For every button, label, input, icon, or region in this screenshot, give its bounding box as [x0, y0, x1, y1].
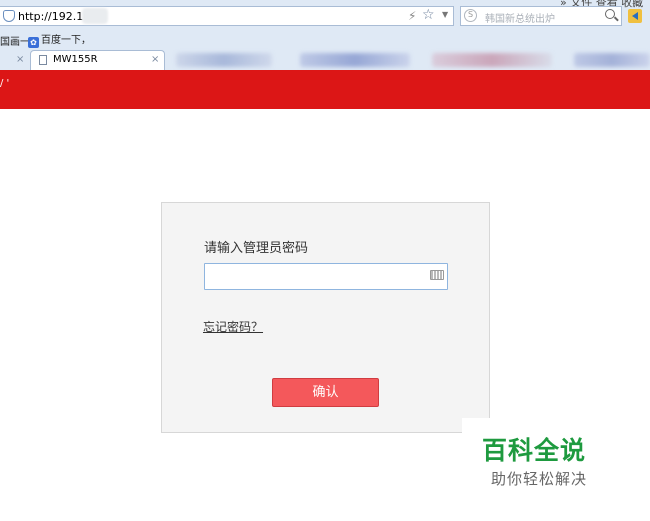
tab-redacted[interactable]	[300, 53, 410, 67]
tab-redacted[interactable]	[432, 53, 552, 67]
login-panel: 请输入管理员密码 忘记密码？ 确认	[161, 202, 490, 433]
tab-title: MW155R	[53, 54, 98, 65]
search-icon[interactable]	[605, 9, 615, 19]
document-icon	[39, 55, 47, 65]
address-redaction	[82, 8, 108, 24]
security-shield-icon	[3, 10, 15, 22]
brand-logo: / '	[0, 78, 10, 89]
keyboard-icon[interactable]	[430, 270, 444, 280]
close-tab-icon[interactable]: ×	[151, 54, 159, 65]
dropdown-arrow-icon[interactable]: ▼	[442, 10, 448, 19]
watermark-subtitle: 助你轻松解决	[491, 470, 588, 488]
password-prompt: 请输入管理员密码	[204, 241, 309, 256]
forgot-password-link[interactable]: 忘记密码？	[203, 318, 263, 335]
router-header: / '	[0, 70, 650, 109]
back-navigation-icon[interactable]	[628, 9, 642, 23]
tab-strip: × MW155R ×	[0, 50, 650, 70]
bookmark-bar: 国画一 ✿ 百度一下，	[0, 30, 650, 48]
bookmark-label: 百度一下，	[41, 35, 91, 46]
close-tab-icon[interactable]: ×	[16, 54, 24, 65]
watermark: 百科全说 助你轻松解决	[462, 418, 630, 498]
search-input[interactable]: 韩国新总统出炉	[485, 10, 555, 25]
baidu-paw-icon: ✿	[28, 37, 39, 48]
lightning-icon[interactable]: ⚡	[408, 9, 416, 23]
tab-redacted[interactable]	[574, 53, 650, 67]
bookmark-item[interactable]: 国画一	[0, 33, 30, 48]
confirm-button[interactable]: 确认	[272, 378, 379, 407]
toolbar: http://192.168 ⚡ ☆ ▼ S 韩国新总统出炉	[0, 4, 650, 28]
favorite-star-icon[interactable]: ☆	[422, 7, 435, 23]
password-field[interactable]	[204, 263, 448, 290]
bookmark-baidu[interactable]: ✿ 百度一下，	[28, 31, 91, 48]
tab-mw155r[interactable]: MW155R ×	[30, 50, 165, 70]
search-box[interactable]: S 韩国新总统出炉	[460, 6, 622, 26]
tab-redacted[interactable]	[176, 53, 272, 67]
address-bar[interactable]: http://192.168 ⚡ ☆ ▼	[0, 6, 454, 26]
watermark-title: 百科全说	[482, 436, 587, 465]
search-engine-icon[interactable]: S	[464, 9, 477, 22]
browser-chrome: » 文件 查看 收藏 http://192.168 ⚡ ☆ ▼ S 韩国新总统出…	[0, 0, 650, 70]
